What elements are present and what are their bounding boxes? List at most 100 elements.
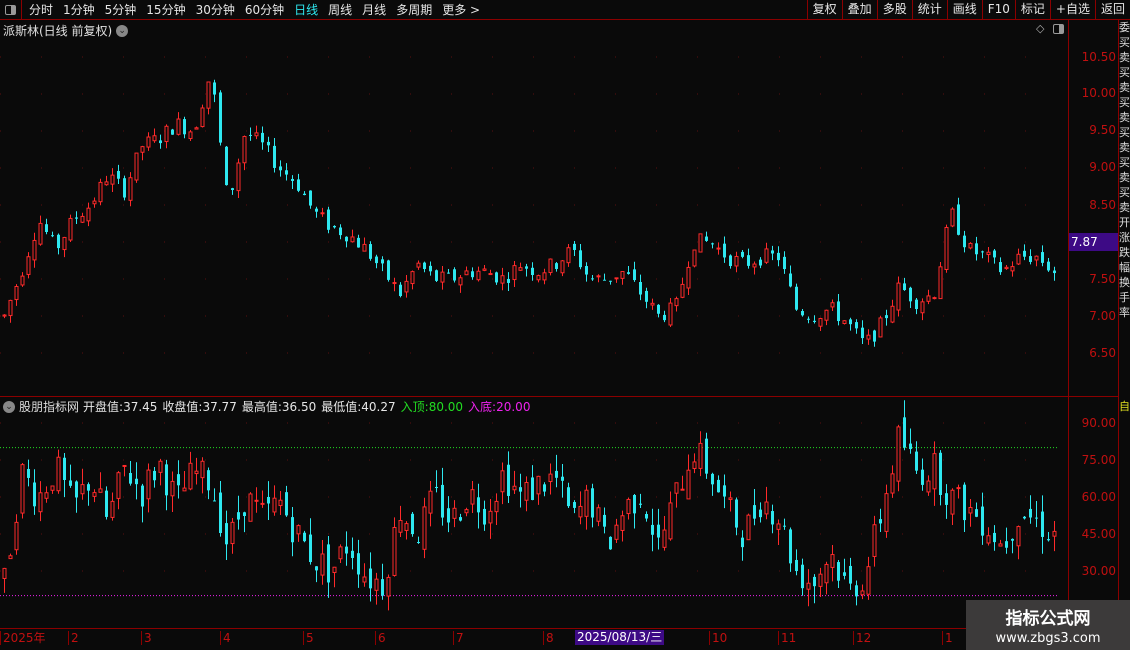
price-candle-up (410, 271, 415, 285)
price-candle-down (453, 269, 456, 281)
indicator-candle-down (153, 470, 156, 481)
price-candle-up (680, 283, 685, 298)
price-candle-up (458, 277, 463, 286)
price-candle-up (716, 247, 721, 250)
chevron-down-icon[interactable]: ⌄ (3, 400, 15, 413)
indicator-candle-up (386, 576, 391, 597)
price-candle-up (134, 152, 139, 181)
indicator-candle-down (135, 478, 138, 485)
indicator-candle-down (309, 534, 312, 563)
watermark-url: www.zbgs3.com (995, 631, 1101, 646)
price-candle-down (795, 286, 798, 310)
price-candle-down (663, 314, 666, 321)
price-candle-up (176, 118, 181, 135)
indicator-candle-up (296, 525, 301, 535)
indicator-candle-up (38, 492, 43, 513)
price-tick-label: 10.00 (1081, 86, 1116, 100)
price-candle-up (818, 318, 823, 327)
indicator-candle-down (1011, 538, 1014, 541)
indicator-candle-down (447, 508, 450, 523)
indicator-candle-up (398, 520, 403, 533)
indicator-candle-up (146, 469, 151, 500)
indicator-candle-up (536, 475, 541, 495)
indicator-candle-up (776, 523, 781, 530)
price-candle-down (219, 92, 222, 143)
field-value: 37.45 (123, 400, 158, 414)
price-candle-up (548, 258, 553, 274)
price-candle-down (759, 259, 762, 266)
watermark-title: 指标公式网 (1005, 609, 1091, 629)
field-label: 最高值: (241, 400, 282, 414)
price-candle-down (627, 272, 630, 274)
price-candle-up (986, 251, 991, 256)
indicator-candle-down (813, 576, 816, 587)
price-candle-up (668, 302, 673, 326)
date-tick-label: 7 (453, 631, 464, 645)
price-candle-up (194, 127, 199, 130)
price-candle-up (38, 222, 43, 245)
price-candle-up (86, 207, 91, 222)
indicator-candle-down (357, 553, 360, 575)
price-candle-down (225, 146, 228, 186)
indicator-candle-down (609, 536, 612, 550)
indicator-candle-up (512, 485, 517, 491)
indicator-title: ⌄ 股朋指标网 开盘值:37.45 收盘值:37.77 最高值:36.50 最低值:4… (3, 398, 530, 415)
indicator-candle-up (392, 527, 397, 576)
indicator-candle-up (182, 487, 187, 492)
price-candle-down (801, 311, 804, 316)
indicator-candle-down (993, 532, 996, 543)
price-candle-up (698, 233, 703, 253)
price-candle-down (57, 234, 60, 249)
price-candle-up (734, 255, 739, 267)
indicator-candle-down (291, 517, 294, 543)
price-candle-up (200, 107, 205, 128)
indicator-candle-down (1029, 508, 1032, 518)
price-candle-down (447, 272, 450, 274)
price-candle-down (261, 132, 264, 143)
indicator-candle-up (470, 489, 475, 505)
indicator-candle-down (507, 464, 510, 496)
indicator-candle-up (524, 482, 529, 501)
price-candle-up (104, 181, 109, 186)
price-candle-down (303, 193, 306, 196)
indicator-candle-up (824, 563, 829, 584)
indicator-candle-down (543, 484, 546, 492)
indicator-candle-down (213, 500, 216, 502)
price-candle-down (1047, 261, 1050, 271)
price-tick-label: 6.50 (1089, 346, 1116, 360)
price-candle-down (909, 287, 912, 302)
indicator-candle-up (596, 507, 601, 522)
price-candle-up (20, 275, 25, 286)
price-candle-down (1023, 250, 1026, 257)
indicator-candle-down (531, 477, 534, 500)
indicator-candle-up (614, 524, 619, 540)
indicator-field: 最低值:40.27 (321, 398, 395, 415)
indicator-candle-down (177, 474, 180, 486)
date-tick-label: 1 (942, 631, 953, 645)
indicator-candle-down (207, 470, 210, 491)
indicator-field: 最高值:36.50 (242, 398, 316, 415)
cursor-date-label: 2025/08/13/三 (575, 630, 665, 645)
indicator-candle-up (248, 493, 253, 522)
price-candle-up (164, 125, 169, 143)
price-candle-down (855, 322, 858, 329)
date-tick-label: 2025年 (0, 631, 46, 645)
price-candle-down (705, 236, 708, 241)
indicator-candle-up (866, 566, 871, 595)
candlestick-chart[interactable] (0, 0, 1130, 650)
indicator-field: 开盘值:37.45 (83, 398, 157, 415)
price-candle-down (309, 190, 312, 206)
price-candle-up (62, 236, 67, 251)
price-candle-up (926, 295, 931, 302)
price-candle-up (842, 320, 847, 324)
indicator-candle-up (620, 515, 625, 531)
price-candle-up (878, 317, 883, 338)
indicator-candle-down (909, 443, 912, 450)
indicator-candle-up (200, 460, 205, 479)
price-candle-down (1041, 252, 1044, 263)
indicator-candle-up (626, 498, 631, 515)
price-candle-up (2, 314, 7, 317)
indicator-candle-down (1035, 517, 1038, 519)
indicator-candle-up (830, 554, 835, 568)
price-candle-up (110, 174, 115, 185)
